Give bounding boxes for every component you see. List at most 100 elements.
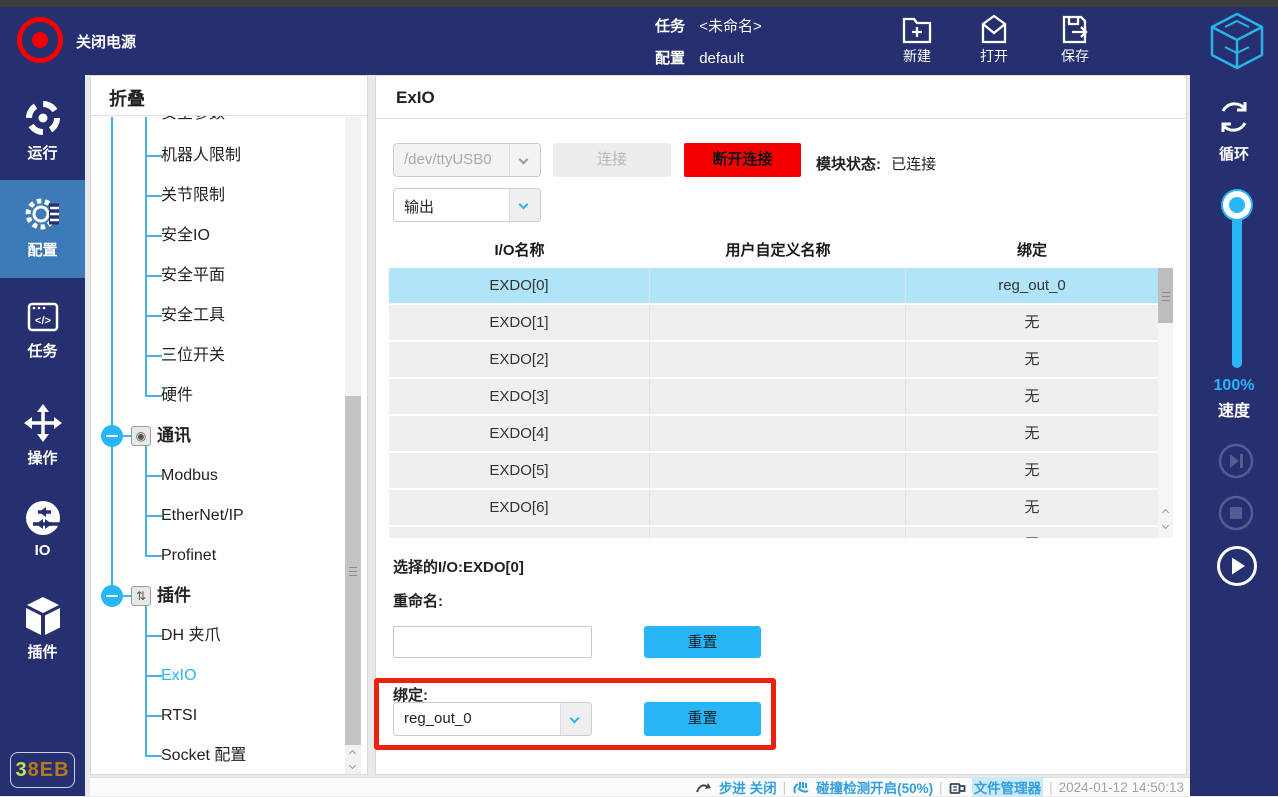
table-row-exdo3[interactable]: EXDO[3] 无 [389, 379, 1158, 416]
power-label: 关闭电源 [76, 31, 136, 52]
io-direction-select[interactable]: 输出 [393, 188, 541, 222]
tree-item-exio-selected[interactable]: ExIO [161, 666, 197, 686]
rename-input[interactable] [393, 626, 592, 658]
cell-custom-name [650, 490, 906, 525]
table-row-exdo6[interactable]: EXDO[6] 无 [389, 490, 1158, 527]
tree-item-safety-plane[interactable]: 安全平面 [161, 266, 225, 286]
tree-item-rtsi[interactable]: RTSI [161, 706, 197, 726]
nav-label-run: 运行 [0, 142, 85, 163]
tree-item-robot-limit[interactable]: 机器人限制 [161, 146, 241, 166]
table-row-exdo2[interactable]: EXDO[2] 无 [389, 342, 1158, 379]
stop-button[interactable] [1218, 495, 1254, 531]
tree-branch-line-comm [145, 441, 147, 556]
tree-item-profinet[interactable]: Profinet [161, 546, 216, 566]
disconnect-button[interactable]: 断开连接 [684, 143, 801, 177]
cell-io-name: EXDO[1] [389, 305, 650, 340]
task-label: 任务 [655, 18, 685, 35]
nav-label-io: IO [0, 542, 85, 559]
tree-group-plugin[interactable]: 插件 [157, 586, 191, 606]
tree-tick [145, 755, 162, 757]
tree-item-ethernet-ip[interactable]: EtherNet/IP [161, 506, 244, 526]
tree-item-hardware[interactable]: 硬件 [161, 386, 193, 406]
chevron-down-icon [570, 714, 580, 724]
table-header-row: I/O名称 用户自定义名称 绑定 [389, 233, 1158, 268]
tree-group-comm[interactable]: 通讯 [157, 426, 191, 446]
table-row-exdo0-selected[interactable]: EXDO[0] reg_out_0 [389, 268, 1158, 305]
speed-slider-knob[interactable] [1223, 191, 1251, 219]
tree-item-modbus[interactable]: Modbus [161, 466, 218, 486]
tree-item-three-position-switch[interactable]: 三位开关 [161, 346, 225, 366]
rename-label: 重命名: [393, 590, 443, 611]
new-task-label: 新建 [885, 46, 949, 66]
nav-item-task[interactable]: </> 任务 [0, 300, 85, 361]
rename-reset-button[interactable]: 重置 [644, 626, 761, 658]
cell-io-name: EXDO[2] [389, 342, 650, 377]
status-datetime: 2024-01-12 14:50:13 [1059, 780, 1184, 795]
step-mode-status[interactable]: 步进 关闭 [719, 777, 777, 797]
io-direction-value: 输出 [404, 196, 434, 217]
step-forward-button[interactable] [1218, 443, 1254, 479]
table-scroll-down-button[interactable] [1158, 520, 1173, 535]
tree-scroll-down-button[interactable] [345, 760, 361, 775]
connect-button[interactable]: 连接 [553, 143, 671, 177]
table-row-exdo7[interactable]: EXDO[7] 无 [389, 527, 1158, 538]
speed-percent: 100% [1190, 377, 1278, 395]
nav-item-run[interactable]: 运行 [0, 98, 85, 163]
new-task-button[interactable]: 新建 [885, 12, 949, 66]
tree-item-safety-io[interactable]: 安全IO [161, 226, 210, 246]
nav-item-config[interactable]: 配置 [0, 193, 85, 260]
collapse-node-plugin[interactable] [101, 585, 123, 607]
io-arrows-icon [23, 498, 63, 538]
serial-port-select[interactable]: /dev/ttyUSB0 [393, 143, 541, 177]
power-button[interactable] [17, 17, 63, 63]
nav-item-plugin[interactable]: 插件 [0, 595, 85, 662]
speed-slider-track[interactable] [1232, 205, 1242, 368]
brand-logo-icon [1205, 10, 1269, 72]
loop-label: 循环 [1190, 143, 1278, 164]
file-manager-icon [949, 780, 966, 795]
plugin-group-icon: ⇅ [131, 586, 151, 606]
tree-item-joint-limit[interactable]: 关节限制 [161, 186, 225, 206]
collapse-node-comm[interactable] [101, 425, 123, 447]
serial-port-value: /dev/ttyUSB0 [404, 151, 492, 168]
nav-item-io[interactable]: IO [0, 498, 85, 559]
nav-label-plugin: 插件 [0, 641, 85, 662]
nav-item-operate[interactable]: 操作 [0, 403, 85, 468]
bind-reset-button[interactable]: 重置 [644, 702, 761, 736]
tree-branch-line-plugin [145, 601, 147, 756]
table-scrollbar[interactable] [1158, 268, 1173, 538]
tree-scroll-up-button[interactable] [345, 745, 361, 760]
chevron-down-icon [519, 155, 529, 165]
collision-detect-status[interactable]: 碰撞检测开启(50%) [816, 777, 933, 797]
tree-scrollbar-thumb[interactable] [345, 396, 361, 746]
cell-custom-name [650, 453, 906, 488]
play-button[interactable] [1216, 545, 1258, 587]
table-scroll-up-button[interactable] [1158, 504, 1173, 519]
config-label: 配置 [655, 50, 685, 67]
tree-tick [145, 235, 162, 237]
tree-scrollbar[interactable] [345, 117, 361, 775]
thumb-grip [349, 567, 357, 568]
table-row-exdo1[interactable]: EXDO[1] 无 [389, 305, 1158, 342]
col-header-custom-name: 用户自定义名称 [650, 233, 906, 268]
table-row-exdo4[interactable]: EXDO[4] 无 [389, 416, 1158, 453]
save-task-button[interactable]: 保存 [1043, 12, 1107, 66]
run-icon [23, 98, 63, 138]
col-header-io-name: I/O名称 [389, 233, 650, 268]
open-task-button[interactable]: 打开 [962, 12, 1026, 66]
cell-bind: 无 [906, 379, 1158, 414]
step-mode-icon [695, 780, 713, 795]
table-scrollbar-thumb[interactable] [1158, 268, 1173, 323]
tree-collapse-header[interactable]: 折叠 [91, 76, 367, 116]
file-manager-link[interactable]: 文件管理器 [972, 777, 1044, 797]
tree-item-safety-tool[interactable]: 安全工具 [161, 306, 225, 326]
tree-item-dh-gripper[interactable]: DH 夹爪 [161, 626, 221, 646]
table-row-exdo5[interactable]: EXDO[5] 无 [389, 453, 1158, 490]
task-value: <未命名> [699, 18, 762, 35]
io-direction-chevron-zone [509, 189, 540, 221]
cell-io-name: EXDO[4] [389, 416, 650, 451]
separator: | [783, 780, 787, 795]
tree-item-socket-config[interactable]: Socket 配置 [161, 746, 246, 766]
bind-select[interactable]: reg_out_0 [393, 702, 592, 736]
save-task-label: 保存 [1043, 46, 1107, 66]
